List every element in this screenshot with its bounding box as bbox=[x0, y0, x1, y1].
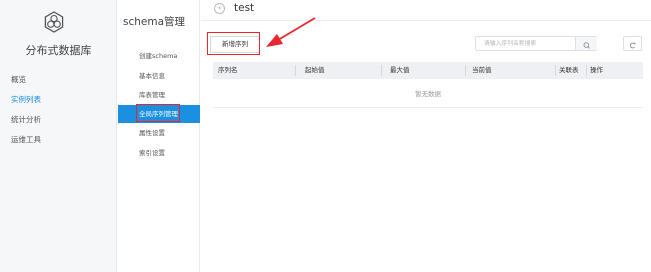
app-window: 分布式数据库 概览 实例列表 统计分析 运维工具 schema管理 创建sche… bbox=[0, 0, 651, 272]
annotation-arrow bbox=[266, 17, 316, 47]
